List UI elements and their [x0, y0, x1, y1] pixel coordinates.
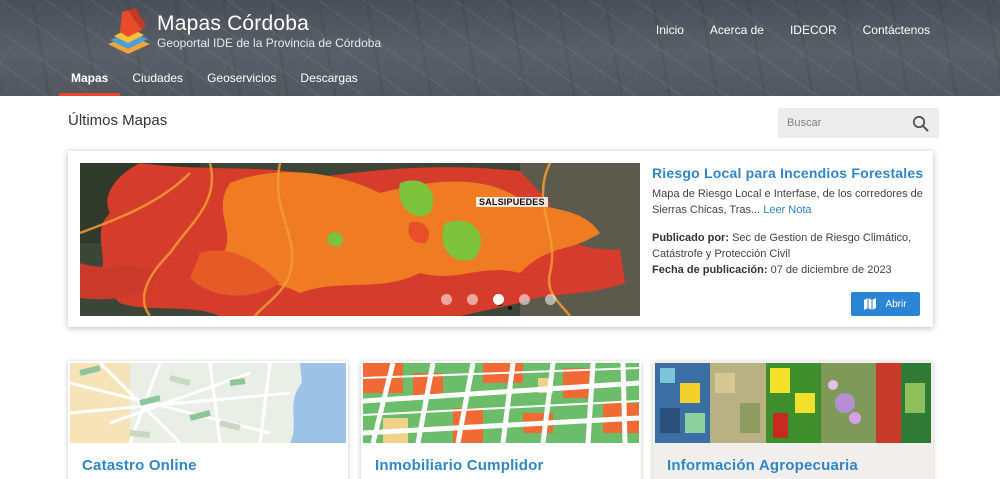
open-map-button[interactable]: Abrir [851, 292, 920, 316]
tab-mapas[interactable]: Mapas [59, 62, 121, 96]
carousel-dot-active[interactable] [493, 294, 504, 305]
search-input[interactable] [778, 108, 908, 138]
featured-description: Mapa de Riesgo Local e Interfase, de los… [652, 186, 924, 218]
featured-title[interactable]: Riesgo Local para Incendios Forestales [652, 165, 923, 181]
carousel-dot[interactable] [545, 294, 556, 305]
section-title: Últimos Mapas [68, 112, 168, 129]
carousel-dot[interactable] [467, 294, 478, 305]
tab-geoservicios[interactable]: Geoservicios [195, 62, 288, 96]
card-title[interactable]: Inmobiliario Cumplidor [375, 457, 544, 474]
publish-date-value: 07 de diciembre de 2023 [770, 264, 892, 276]
published-by-label: Publicado por: [652, 232, 729, 244]
carousel-indicators [441, 294, 571, 305]
publish-date-row: Fecha de publicación: 07 de diciembre de… [652, 262, 924, 278]
search-box [778, 108, 939, 138]
site-title[interactable]: Mapas Córdoba [157, 12, 309, 36]
tab-ciudades[interactable]: Ciudades [120, 62, 195, 96]
carousel-dot[interactable] [441, 294, 452, 305]
card-thumbnail [70, 363, 346, 443]
map-card-catastro[interactable]: Catastro Online [68, 361, 348, 479]
card-thumbnail [363, 363, 639, 443]
map-card-inmobiliario[interactable]: Inmobiliario Cumplidor [361, 361, 641, 479]
search-icon[interactable] [912, 115, 929, 132]
card-title[interactable]: Información Agropecuaria [667, 457, 858, 474]
tab-descargas[interactable]: Descargas [288, 62, 369, 96]
card-title[interactable]: Catastro Online [82, 457, 197, 474]
books-logo-icon[interactable] [106, 8, 152, 56]
featured-meta: Publicado por: Sec de Gestion de Riesgo … [652, 230, 924, 278]
featured-map-card: SALSIPUEDES Riesgo Local para Incendios … [68, 151, 933, 327]
site-subtitle: Geoportal IDE de la Provincia de Córdoba [157, 36, 382, 50]
agro-map-thumbnail [655, 363, 931, 443]
nav-link-acerca-de[interactable]: Acerca de [710, 21, 764, 39]
read-more-link[interactable]: Leer Nota [763, 204, 811, 216]
map-card-agropecuaria[interactable]: Información Agropecuaria [653, 361, 933, 479]
open-map-label: Abrir [885, 298, 907, 310]
card-thumbnail [655, 363, 931, 443]
nav-link-contactenos[interactable]: Contáctenos [863, 21, 930, 39]
map-icon [864, 298, 877, 310]
property-map-thumbnail [363, 363, 639, 443]
nav-link-inicio[interactable]: Inicio [656, 21, 684, 39]
section-tabs: Mapas Ciudades Geoservicios Descargas [59, 62, 370, 96]
map-place-label: SALSIPUEDES [476, 197, 548, 207]
carousel-dot[interactable] [519, 294, 530, 305]
featured-map-image[interactable]: SALSIPUEDES [80, 163, 640, 316]
publish-date-label: Fecha de publicación: [652, 264, 768, 276]
site-header: Mapas Córdoba Geoportal IDE de la Provin… [0, 0, 1000, 96]
cadastre-map-thumbnail [70, 363, 346, 443]
nav-link-idecor[interactable]: IDECOR [790, 21, 837, 39]
published-by-row: Publicado por: Sec de Gestion de Riesgo … [652, 230, 924, 262]
top-navigation: Inicio Acerca de IDECOR Contáctenos [656, 21, 1000, 39]
